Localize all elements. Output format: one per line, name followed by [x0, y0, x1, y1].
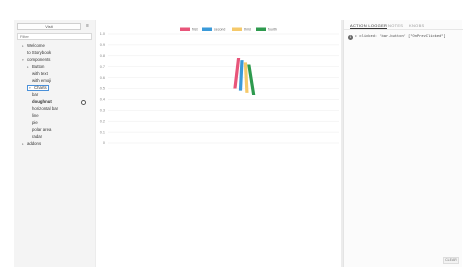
y-tick-label: 0.9 [100, 43, 105, 47]
legend-swatch [232, 27, 242, 31]
mouse-cursor-icon [81, 100, 86, 105]
legend-swatch [256, 27, 266, 31]
sidebar-item-label: radar [32, 134, 43, 139]
sidebar-item-label: with text [32, 71, 48, 76]
sidebar: Visit ≡ ▸Welcometo Storybook▾components▸… [14, 20, 95, 267]
sidebar-item-label: Welcome [27, 43, 45, 48]
tab-notes[interactable]: NOTES [388, 22, 403, 29]
tab-knobs[interactable]: KNOBS [409, 22, 425, 29]
addon-tabs: ACTION LOGGER NOTES KNOBS [344, 20, 463, 30]
storybook-title-button[interactable]: Visit [17, 23, 81, 30]
sidebar-item-label: addons [27, 141, 42, 146]
sidebar-item-charts[interactable]: ▾ Charts [27, 85, 49, 91]
y-tick-label: 0.1 [100, 130, 105, 134]
sidebar-item-button[interactable]: ▸ Button [27, 64, 44, 70]
y-tick-label: 0.4 [100, 98, 105, 102]
legend-swatch [202, 27, 212, 31]
legend-label: fourth [268, 28, 277, 32]
sidebar-item-label: components [27, 57, 51, 62]
y-tick-label: 0.2 [100, 119, 105, 123]
sidebar-item-welcome[interactable]: ▸ Welcome [22, 43, 45, 49]
sidebar-item-label: line [32, 113, 39, 118]
sidebar-item-label: Button [32, 64, 45, 69]
y-tick-label: 0.6 [100, 76, 105, 80]
tab-action-logger[interactable]: ACTION LOGGER [350, 22, 388, 29]
sidebar-item-radar[interactable]: radar [32, 134, 42, 140]
addon-panel: ACTION LOGGER NOTES KNOBS 1 ▸ clicked: 'b… [343, 20, 463, 267]
chart-bar-first [233, 57, 241, 89]
legend-label: third [244, 28, 251, 32]
y-tick-label: 0.5 [100, 87, 105, 91]
sidebar-item-with-emoji[interactable]: with emoji [32, 78, 51, 84]
clear-button[interactable]: CLEAR [443, 257, 459, 264]
preview-pane: 1.0 0.9 0.8 0.7 0.6 0.5 0.4 0.3 0.2 0.1 0 first seco… [96, 20, 341, 267]
sidebar-item-label: with emoji [32, 78, 52, 83]
sidebar-item-line[interactable]: line [32, 113, 39, 119]
y-tick-label: 0.3 [100, 109, 105, 113]
sidebar-item-pie[interactable]: pie [32, 120, 38, 126]
sidebar-item-components[interactable]: ▾ components [22, 57, 50, 63]
sidebar-item-label: horizontal bar [32, 106, 59, 111]
sidebar-item-label: Charts [34, 85, 47, 90]
y-tick-label: 1.0 [100, 32, 105, 36]
sidebar-item-polar-area[interactable]: polar area [32, 127, 51, 133]
bar-chart: 1.0 0.9 0.8 0.7 0.6 0.5 0.4 0.3 0.2 0.1 0 first seco… [100, 27, 339, 145]
storybook-window: Visit ≡ ▸Welcometo Storybook▾components▸… [14, 20, 463, 267]
sidebar-item-to-storybook[interactable]: to Storybook [27, 50, 51, 56]
filter-input[interactable] [17, 33, 92, 40]
action-log-entry: 1 ▸ clicked: 'bar-button' ["OnPrevClicked… [348, 34, 460, 40]
legend-label: first [192, 28, 198, 32]
y-tick-label: 0.8 [100, 54, 105, 58]
log-entry-text: ▸ clicked: 'bar-button' ["OnPrevClicked"… [355, 35, 446, 39]
chart-bar-second [238, 60, 244, 91]
sidebar-item-addons[interactable]: ▸ addons [22, 141, 41, 147]
sidebar-item-label: pie [32, 120, 38, 125]
y-tick-label: 0 [103, 141, 105, 145]
legend-label: second [214, 28, 225, 32]
sidebar-item-label: to Storybook [27, 50, 52, 55]
sidebar-item-with-text[interactable]: with text [32, 71, 48, 77]
sidebar-item-doughnut[interactable]: doughnut [32, 99, 52, 105]
chart-bar-fourth [247, 64, 256, 96]
y-tick-label: 0.7 [100, 65, 105, 69]
hamburger-icon[interactable]: ≡ [83, 23, 92, 30]
log-count-badge: 1 [348, 34, 353, 40]
sidebar-item-label: bar [32, 92, 39, 97]
legend-swatch [180, 27, 190, 31]
sidebar-item-label: doughnut [32, 99, 52, 104]
sidebar-item-horizontal-bar[interactable]: horizontal bar [32, 106, 58, 112]
sidebar-item-bar[interactable]: bar [32, 92, 38, 98]
sidebar-item-label: polar area [32, 127, 52, 132]
